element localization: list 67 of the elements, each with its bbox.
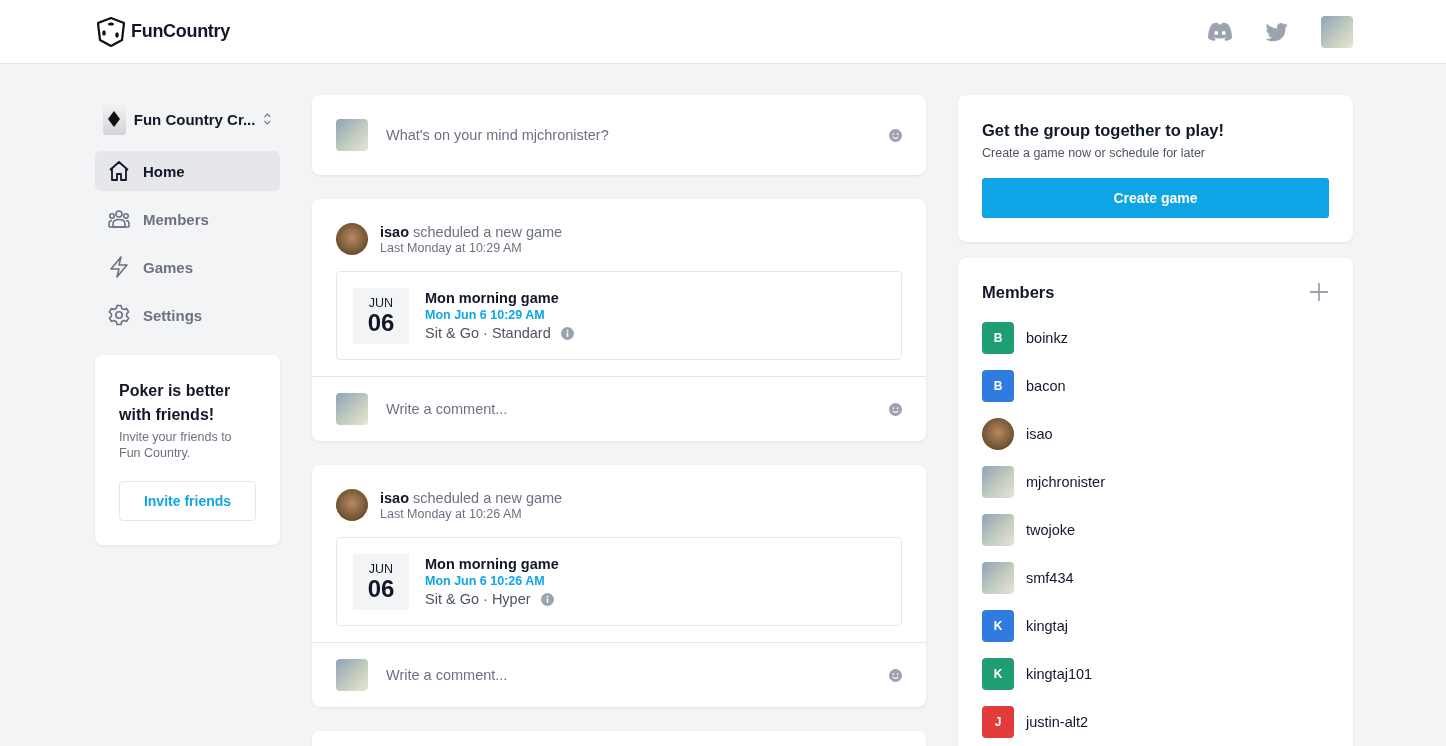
post-time: Last Monday at 10:26 AM <box>380 506 523 521</box>
member-avatar <box>982 418 1014 450</box>
smiley-icon[interactable] <box>889 668 902 682</box>
promo-text: Invite your friends to Fun Country. <box>119 429 233 461</box>
nav-item[interactable]: Members <box>95 199 280 239</box>
plus-icon[interactable] <box>1309 282 1329 302</box>
game-event-card[interactable]: JUN 06 Mon morning game Mon Jun 6 10:26 AM Sit & Go · Hyper <box>336 537 902 626</box>
user-avatar[interactable] <box>1321 15 1353 48</box>
members-title: Members <box>982 282 1055 302</box>
diamond-icon <box>108 111 121 127</box>
game-time: Mon Jun 6 10:29 AM <box>425 308 546 322</box>
date-tile: JUN 06 <box>353 553 409 610</box>
member-initial-avatar: J <box>982 706 1014 738</box>
post-input[interactable]: What's on your mind mjchronister? <box>384 126 873 144</box>
member-avatar <box>982 466 1014 498</box>
member-item[interactable]: K kingtaj <box>982 602 1329 650</box>
group-selector[interactable]: Fun Country Cr... <box>95 95 280 143</box>
nav-item[interactable]: Home <box>95 151 280 191</box>
nav-item[interactable]: Games <box>95 247 280 287</box>
author-avatar <box>336 489 368 521</box>
lightning-bolt-icon <box>107 255 131 279</box>
member-item[interactable]: K kingtaj101 <box>982 650 1329 698</box>
nav-item[interactable]: Settings <box>95 295 280 335</box>
comment-input[interactable]: Write a comment... <box>384 666 873 684</box>
user-avatar <box>336 119 368 151</box>
logo-text[interactable]: FunCountry <box>131 21 230 42</box>
game-event-card[interactable]: JUN 06 Mon morning game Mon Jun 6 10:29 AM Sit & Go · Standard <box>336 271 902 360</box>
settings-icon <box>107 303 131 327</box>
group-name: Fun Country Cr... <box>133 110 256 128</box>
dice-logo-icon <box>95 15 127 48</box>
member-initial-avatar: B <box>982 322 1014 354</box>
member-initial-avatar: K <box>982 610 1014 642</box>
post-time: Last Monday at 10:29 AM <box>380 240 523 255</box>
card-subtitle: Create a game now or schedule for later <box>982 146 1207 160</box>
user-avatar <box>336 659 368 691</box>
promo-title: Poker is better with friends! <box>119 381 232 425</box>
smiley-icon[interactable] <box>889 402 902 416</box>
comment-input[interactable]: Write a comment... <box>384 400 873 418</box>
card-title: Get the group together to play! <box>982 121 1225 140</box>
info-icon[interactable] <box>560 326 574 340</box>
user-avatar <box>336 393 368 425</box>
member-initial-avatar: B <box>982 370 1014 402</box>
member-avatar <box>982 514 1014 546</box>
smiley-icon[interactable] <box>889 128 902 142</box>
post-headline: isao scheduled a new game <box>380 489 563 506</box>
game-type: Sit & Go · Standard <box>425 325 551 341</box>
member-item[interactable]: B boinkz <box>982 314 1329 362</box>
author-avatar <box>336 223 368 255</box>
game-time: Mon Jun 6 10:26 AM <box>425 574 546 588</box>
bird-icon[interactable] <box>1265 21 1289 42</box>
member-item[interactable]: smf434 <box>982 554 1329 602</box>
member-item[interactable]: twojoke <box>982 506 1329 554</box>
game-type: Sit & Go · Hyper <box>425 591 531 607</box>
member-item[interactable]: isao <box>982 410 1329 458</box>
member-item[interactable]: mjchronister <box>982 458 1329 506</box>
game-title: Mon morning game <box>425 556 559 572</box>
info-icon[interactable] <box>540 592 554 606</box>
member-avatar <box>982 562 1014 594</box>
post-headline: isao scheduled a new game <box>380 223 563 240</box>
member-item[interactable]: B bacon <box>982 362 1329 410</box>
member-initial-avatar: K <box>982 658 1014 690</box>
people-icon <box>107 207 131 231</box>
discord-icon[interactable] <box>1207 21 1233 42</box>
date-tile: JUN 06 <box>353 287 409 344</box>
member-item[interactable]: J justin-alt2 <box>982 698 1329 746</box>
game-title: Mon morning game <box>425 290 560 306</box>
home-icon <box>107 159 131 183</box>
